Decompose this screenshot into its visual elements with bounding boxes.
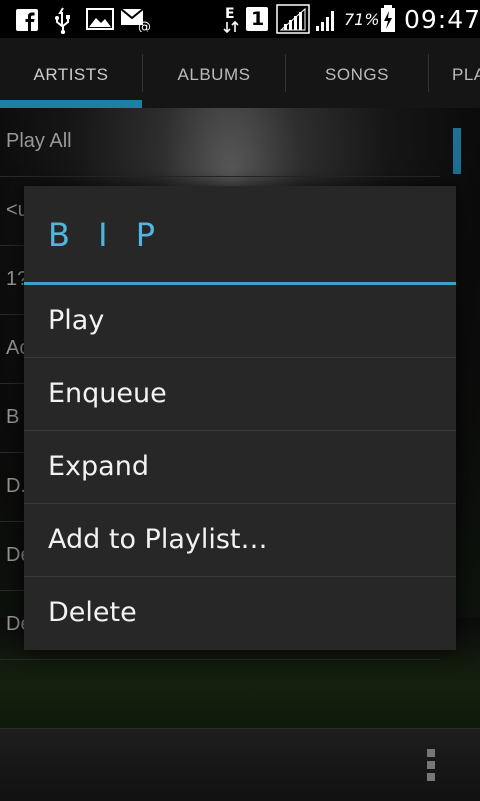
- menu-item-enqueue[interactable]: Enqueue: [24, 358, 456, 431]
- play-all-row[interactable]: Play All: [0, 108, 440, 177]
- signal-2-icon: [316, 11, 334, 31]
- svg-text:@: @: [138, 20, 150, 32]
- usb-icon: [55, 7, 70, 34]
- tab-albums[interactable]: ALBUMS: [143, 38, 285, 108]
- bottom-action-bar: [0, 728, 480, 801]
- sim-1-icon: 1: [246, 7, 268, 31]
- battery-percent: 71%: [344, 10, 380, 29]
- tab-label: ALBUMS: [177, 65, 251, 84]
- tab-label: ARTISTS: [33, 65, 109, 84]
- menu-item-label: Add to Playlist…: [48, 524, 268, 555]
- signal-icon: [276, 4, 310, 34]
- list-item-label: D.: [6, 475, 26, 497]
- tab-artists[interactable]: ARTISTS: [0, 38, 142, 108]
- menu-item-label: Expand: [48, 451, 149, 482]
- email-icon: @: [120, 8, 150, 32]
- menu-item-label: Delete: [48, 597, 137, 628]
- dialog-title: B I P: [48, 216, 165, 254]
- status-bar: @ E 1 71% 09:47: [0, 0, 480, 38]
- gallery-icon: [86, 8, 114, 30]
- menu-item-add-to-playlist[interactable]: Add to Playlist…: [24, 504, 456, 577]
- context-menu-dialog: B I P Play Enqueue Expand Add to Playlis…: [24, 186, 456, 650]
- clock: 09:47: [404, 5, 480, 34]
- tab-divider: [428, 54, 429, 92]
- sim-label: 1: [251, 8, 265, 30]
- battery-charging-icon: [381, 5, 395, 32]
- tab-bar: ARTISTS ALBUMS SONGS PLA: [0, 38, 480, 108]
- tab-label: SONGS: [325, 65, 389, 84]
- selected-tab-indicator: [0, 100, 142, 108]
- scrollbar-thumb[interactable]: [453, 128, 461, 174]
- tab-label: PLA: [452, 65, 480, 84]
- tab-songs[interactable]: SONGS: [286, 38, 428, 108]
- menu-item-expand[interactable]: Expand: [24, 431, 456, 504]
- menu-item-play[interactable]: Play: [24, 285, 456, 358]
- data-transfer-icon: E: [223, 6, 239, 34]
- facebook-icon: [16, 9, 38, 31]
- menu-item-label: Play: [48, 305, 105, 336]
- menu-item-delete[interactable]: Delete: [24, 577, 456, 649]
- menu-item-label: Enqueue: [48, 378, 167, 409]
- tab-playlists[interactable]: PLA: [452, 38, 480, 108]
- overflow-menu-icon[interactable]: [427, 749, 437, 783]
- list-item-label: Play All: [6, 130, 72, 152]
- list-item-label: B: [6, 406, 20, 428]
- svg-text:E: E: [225, 6, 235, 22]
